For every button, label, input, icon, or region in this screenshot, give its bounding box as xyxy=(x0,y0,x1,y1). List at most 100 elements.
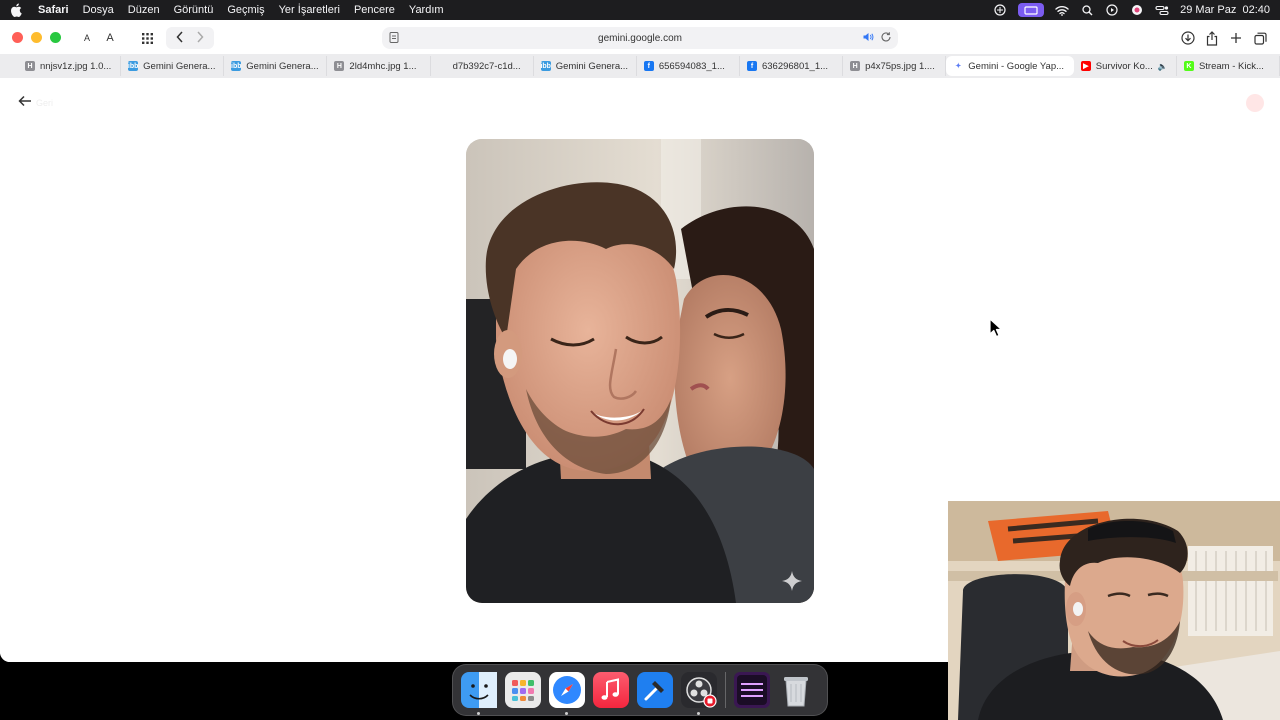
downloads-button[interactable] xyxy=(1178,27,1198,49)
new-tab-button[interactable] xyxy=(1226,27,1246,49)
music-note-icon xyxy=(593,672,629,708)
tab-audio-icon[interactable]: 🔈 xyxy=(1158,62,1168,71)
tab-audio-icon[interactable] xyxy=(862,31,874,46)
safari-toolbar: A A gemini.google.com xyxy=(0,20,1280,54)
running-indicator xyxy=(477,712,480,715)
show-tabs-button[interactable] xyxy=(1250,27,1270,49)
tab-title: Gemini Genera... xyxy=(143,60,216,72)
tab-title: 656594083_1... xyxy=(658,60,725,72)
menu-history[interactable]: Geçmiş xyxy=(227,4,264,16)
tab-favicon-icon: f xyxy=(746,61,757,71)
screen-mirroring-icon[interactable] xyxy=(1018,3,1045,17)
tab[interactable]: f 656594083_1... xyxy=(637,56,740,76)
reload-icon[interactable] xyxy=(880,31,892,46)
media-play-icon[interactable] xyxy=(1105,4,1119,16)
menu-help[interactable]: Yardım xyxy=(409,4,444,16)
page-menu-icon[interactable] xyxy=(388,31,400,47)
record-indicator xyxy=(1246,94,1264,112)
menu-edit[interactable]: Düzen xyxy=(128,4,160,16)
tab-favicon-icon xyxy=(437,61,448,71)
control-center-icon[interactable] xyxy=(1155,4,1169,16)
apple-logo-icon[interactable] xyxy=(10,3,24,17)
tab[interactable]: ibb Gemini Genera... xyxy=(534,56,637,76)
share-icon xyxy=(1206,30,1218,46)
tab-title: Gemini Genera... xyxy=(555,60,629,72)
dock-obs[interactable] xyxy=(681,672,717,715)
plus-icon xyxy=(1231,33,1241,43)
tab-favicon-icon: ✦ xyxy=(955,63,962,70)
tab[interactable]: Hnnjsv1z.jpg 1.0... xyxy=(18,56,122,76)
tab-active[interactable]: ✦ Gemini - Google Yap... xyxy=(946,56,1074,76)
dock-stream-app[interactable] xyxy=(734,672,770,708)
tab-bar: Hnnjsv1z.jpg 1.0... ibb Gemini Genera... ib… xyxy=(0,54,1280,78)
launchpad-icon xyxy=(505,672,541,708)
tab-favicon-icon: f xyxy=(643,61,654,71)
tab-favicon-icon: H xyxy=(25,61,35,71)
tab-favicon-icon: ibb xyxy=(127,61,139,71)
font-larger-button[interactable]: A xyxy=(100,27,120,49)
running-indicator xyxy=(697,712,700,715)
back-label[interactable]: Geri xyxy=(36,98,53,108)
dock-safari[interactable] xyxy=(549,672,585,715)
navigation-buttons xyxy=(166,27,214,49)
sync-icon[interactable] xyxy=(993,4,1007,16)
tab[interactable]: H 2ld4mhc.jpg 1... xyxy=(327,56,431,76)
tab-title: nnjsv1z.jpg 1.0... xyxy=(40,60,112,72)
tab-title: Gemini Genera... xyxy=(246,60,319,72)
tab-title: Stream - Kick... xyxy=(1198,60,1264,72)
tab[interactable]: K Stream - Kick... xyxy=(1177,56,1280,76)
tabs-overview-icon xyxy=(1253,32,1267,45)
tab-title: d7b392c7-c1d... xyxy=(452,60,521,72)
tab-title: Survivor Ko... xyxy=(1095,60,1153,72)
chevron-right-icon xyxy=(197,30,204,43)
mouse-cursor-icon xyxy=(989,318,1003,338)
window-controls xyxy=(12,32,61,43)
tab[interactable]: d7b392c7-c1d... xyxy=(431,56,534,76)
menu-window[interactable]: Pencere xyxy=(354,4,395,16)
stream-thumbnail-icon xyxy=(734,672,770,708)
tab[interactable]: ▶ Survivor Ko... 🔈 xyxy=(1074,56,1177,76)
focus-icon[interactable] xyxy=(1130,4,1144,16)
menu-file[interactable]: Dosya xyxy=(83,4,114,16)
safari-compass-icon xyxy=(549,672,585,708)
menu-bookmarks[interactable]: Yer İşaretleri xyxy=(279,4,340,16)
dock-trash[interactable] xyxy=(778,672,814,708)
tab-title: p4x75ps.jpg 1.... xyxy=(865,60,935,72)
tab-favicon-icon: ibb xyxy=(231,61,242,71)
back-arrow-icon[interactable] xyxy=(18,94,32,112)
search-icon[interactable] xyxy=(1080,4,1094,16)
close-window-button[interactable] xyxy=(12,32,23,43)
dock xyxy=(452,664,828,716)
zoom-window-button[interactable] xyxy=(50,32,61,43)
dock-xcode[interactable] xyxy=(637,672,673,708)
url-text: gemini.google.com xyxy=(598,32,682,44)
clock-datetime[interactable]: 29 Mar Paz 02:40 xyxy=(1180,4,1270,16)
dock-separator xyxy=(725,672,726,708)
tab[interactable]: ibb Gemini Genera... xyxy=(121,56,225,76)
hammer-icon xyxy=(637,672,673,708)
dock-finder[interactable] xyxy=(461,672,497,715)
tab[interactable]: ibb Gemini Genera... xyxy=(224,56,328,76)
tab-title: 2ld4mhc.jpg 1... xyxy=(349,60,417,72)
generated-image[interactable] xyxy=(466,139,814,603)
address-bar[interactable]: gemini.google.com xyxy=(382,27,898,49)
dock-launchpad[interactable] xyxy=(505,672,541,708)
wifi-icon[interactable] xyxy=(1055,4,1069,16)
tab-title: Gemini - Google Yap... xyxy=(968,60,1065,72)
tab[interactable]: f 636296801_1... xyxy=(740,56,844,76)
back-button[interactable] xyxy=(176,30,184,46)
forward-button[interactable] xyxy=(196,30,204,46)
menu-view[interactable]: Görüntü xyxy=(174,4,214,16)
dock-music[interactable] xyxy=(593,672,629,708)
tab[interactable]: Hp4x75ps.jpg 1.... xyxy=(843,56,947,76)
tab-favicon-icon: ibb xyxy=(540,61,551,71)
obs-icon xyxy=(681,672,717,708)
grid-icon xyxy=(141,32,153,44)
menu-bar: Safari Dosya Düzen Görüntü Geçmiş Yer İş… xyxy=(0,0,1280,20)
menu-safari[interactable]: Safari xyxy=(38,4,69,16)
share-button[interactable] xyxy=(1202,27,1222,49)
tab-overview-button[interactable] xyxy=(136,27,158,49)
font-smaller-button[interactable]: A xyxy=(78,27,96,49)
webcam-overlay xyxy=(948,501,1280,720)
minimize-window-button[interactable] xyxy=(31,32,42,43)
